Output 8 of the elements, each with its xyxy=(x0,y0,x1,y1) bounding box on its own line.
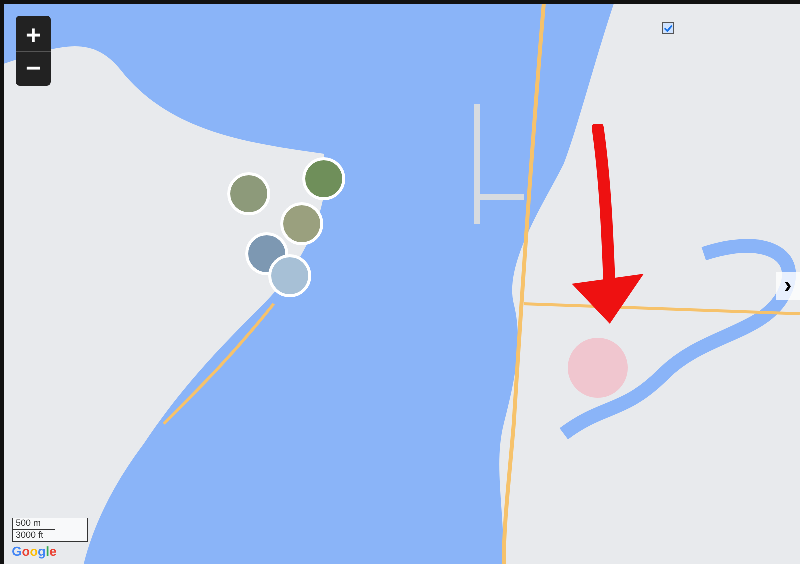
scale-imperial: 3000 ft xyxy=(15,530,45,541)
check-icon xyxy=(664,24,672,32)
google-logo: Google xyxy=(12,544,57,560)
zoom-in-button[interactable]: + xyxy=(16,16,51,51)
zoom-out-button[interactable]: − xyxy=(16,51,51,86)
next-button[interactable]: › xyxy=(776,272,800,300)
scale-metric: 500 m xyxy=(13,518,55,530)
landmarks-checkbox[interactable] xyxy=(662,22,674,34)
